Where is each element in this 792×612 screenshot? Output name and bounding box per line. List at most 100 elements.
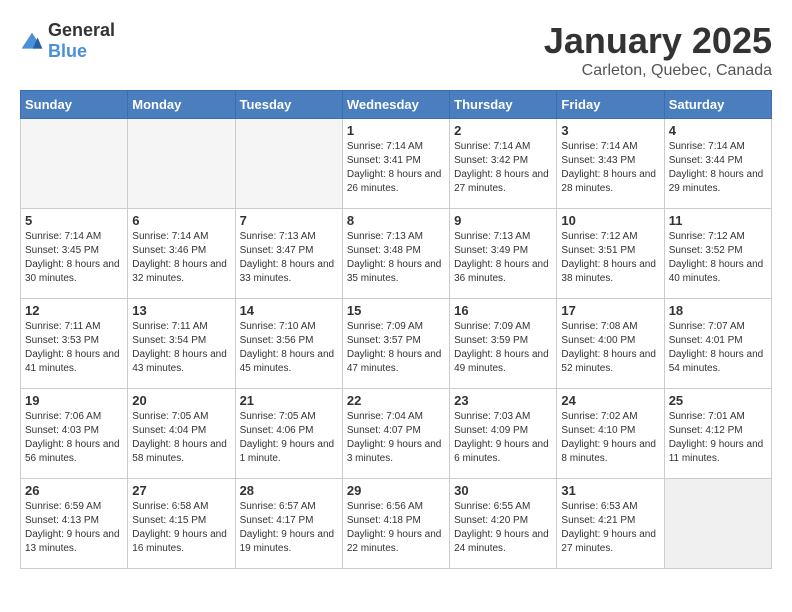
weekday-header-friday: Friday bbox=[557, 91, 664, 119]
calendar-cell: 28 Sunrise: 6:57 AM Sunset: 4:17 PM Dayli… bbox=[235, 479, 342, 569]
calendar-cell: 9Sunrise: 7:13 AM Sunset: 3:49 PM Daylig… bbox=[450, 209, 557, 299]
day-number: 20 bbox=[132, 393, 230, 408]
day-info: Sunrise: 7:09 AM Sunset: 3:59 PM Dayligh… bbox=[454, 320, 552, 376]
calendar-cell bbox=[664, 479, 771, 569]
page-header: General Blue January 2025 Carleton, Queb… bbox=[20, 20, 772, 80]
calendar-cell: 7Sunrise: 7:13 AM Sunset: 3:47 PM Daylig… bbox=[235, 209, 342, 299]
calendar-cell: 29 Sunrise: 6:56 AM Sunset: 4:18 PM Dayli… bbox=[342, 479, 449, 569]
calendar-cell: 27 Sunrise: 6:58 AM Sunset: 4:15 PM Dayli… bbox=[128, 479, 235, 569]
day-number: 2 bbox=[454, 123, 552, 138]
day-number: 18 bbox=[669, 303, 767, 318]
day-number: 22 bbox=[347, 393, 445, 408]
calendar-cell: 23 Sunrise: 7:03 AM Sunset: 4:09 PM Dayli… bbox=[450, 389, 557, 479]
calendar-cell: 5Sunrise: 7:14 AM Sunset: 3:45 PM Daylig… bbox=[21, 209, 128, 299]
calendar-table: SundayMondayTuesdayWednesdayThursdayFrid… bbox=[20, 90, 772, 569]
day-number: 26 bbox=[25, 483, 123, 498]
calendar-cell: 31 Sunrise: 6:53 AM Sunset: 4:21 PM Dayli… bbox=[557, 479, 664, 569]
day-info: Sunrise: 7:05 AM Sunset: 4:06 PM Dayligh… bbox=[240, 410, 338, 466]
weekday-header-saturday: Saturday bbox=[664, 91, 771, 119]
day-info: Sunrise: 7:03 AM Sunset: 4:09 PM Dayligh… bbox=[454, 410, 552, 466]
calendar-cell: 13 Sunrise: 7:11 AM Sunset: 3:54 PM Dayli… bbox=[128, 299, 235, 389]
logo-blue: Blue bbox=[48, 41, 87, 61]
day-info: Sunrise: 6:59 AM Sunset: 4:13 PM Dayligh… bbox=[25, 500, 123, 556]
day-number: 13 bbox=[132, 303, 230, 318]
week-row-5: 26 Sunrise: 6:59 AM Sunset: 4:13 PM Dayli… bbox=[21, 479, 772, 569]
calendar-cell bbox=[128, 119, 235, 209]
weekday-header-sunday: Sunday bbox=[21, 91, 128, 119]
calendar-cell: 22 Sunrise: 7:04 AM Sunset: 4:07 PM Dayli… bbox=[342, 389, 449, 479]
day-number: 6 bbox=[132, 213, 230, 228]
calendar-cell: 24 Sunrise: 7:02 AM Sunset: 4:10 PM Dayli… bbox=[557, 389, 664, 479]
day-info: Sunrise: 6:55 AM Sunset: 4:20 PM Dayligh… bbox=[454, 500, 552, 556]
calendar-cell: 17 Sunrise: 7:08 AM Sunset: 4:00 PM Dayli… bbox=[557, 299, 664, 389]
day-number: 19 bbox=[25, 393, 123, 408]
day-info: Sunrise: 7:10 AM Sunset: 3:56 PM Dayligh… bbox=[240, 320, 338, 376]
day-info: Sunrise: 7:02 AM Sunset: 4:10 PM Dayligh… bbox=[561, 410, 659, 466]
day-info: Sunrise: 7:08 AM Sunset: 4:00 PM Dayligh… bbox=[561, 320, 659, 376]
week-row-1: 1Sunrise: 7:14 AM Sunset: 3:41 PM Daylig… bbox=[21, 119, 772, 209]
day-number: 24 bbox=[561, 393, 659, 408]
day-info: Sunrise: 7:14 AM Sunset: 3:45 PM Dayligh… bbox=[25, 230, 123, 286]
calendar-cell: 20 Sunrise: 7:05 AM Sunset: 4:04 PM Dayli… bbox=[128, 389, 235, 479]
calendar-cell: 6 Sunrise: 7:14 AM Sunset: 3:46 PM Daylig… bbox=[128, 209, 235, 299]
calendar-cell: 26 Sunrise: 6:59 AM Sunset: 4:13 PM Dayli… bbox=[21, 479, 128, 569]
day-info: Sunrise: 7:12 AM Sunset: 3:52 PM Dayligh… bbox=[669, 230, 767, 286]
day-info: Sunrise: 7:05 AM Sunset: 4:04 PM Dayligh… bbox=[132, 410, 230, 466]
weekday-header-tuesday: Tuesday bbox=[235, 91, 342, 119]
calendar-cell: 14 Sunrise: 7:10 AM Sunset: 3:56 PM Dayli… bbox=[235, 299, 342, 389]
weekday-header-row: SundayMondayTuesdayWednesdayThursdayFrid… bbox=[21, 91, 772, 119]
day-info: Sunrise: 6:57 AM Sunset: 4:17 PM Dayligh… bbox=[240, 500, 338, 556]
day-number: 29 bbox=[347, 483, 445, 498]
day-number: 31 bbox=[561, 483, 659, 498]
calendar-cell: 4 Sunrise: 7:14 AM Sunset: 3:44 PM Daylig… bbox=[664, 119, 771, 209]
day-info: Sunrise: 7:12 AM Sunset: 3:51 PM Dayligh… bbox=[561, 230, 659, 286]
calendar-cell: 11 Sunrise: 7:12 AM Sunset: 3:52 PM Dayli… bbox=[664, 209, 771, 299]
day-number: 7 bbox=[240, 213, 338, 228]
day-info: Sunrise: 7:14 AM Sunset: 3:42 PM Dayligh… bbox=[454, 140, 552, 196]
day-info: Sunrise: 7:04 AM Sunset: 4:07 PM Dayligh… bbox=[347, 410, 445, 466]
day-info: Sunrise: 7:14 AM Sunset: 3:44 PM Dayligh… bbox=[669, 140, 767, 196]
day-info: Sunrise: 7:11 AM Sunset: 3:54 PM Dayligh… bbox=[132, 320, 230, 376]
day-number: 9 bbox=[454, 213, 552, 228]
month-title: January 2025 bbox=[544, 20, 772, 62]
calendar-cell: 21Sunrise: 7:05 AM Sunset: 4:06 PM Dayli… bbox=[235, 389, 342, 479]
week-row-4: 19Sunrise: 7:06 AM Sunset: 4:03 PM Dayli… bbox=[21, 389, 772, 479]
calendar-cell: 8Sunrise: 7:13 AM Sunset: 3:48 PM Daylig… bbox=[342, 209, 449, 299]
day-number: 10 bbox=[561, 213, 659, 228]
week-row-2: 5Sunrise: 7:14 AM Sunset: 3:45 PM Daylig… bbox=[21, 209, 772, 299]
calendar-cell: 12Sunrise: 7:11 AM Sunset: 3:53 PM Dayli… bbox=[21, 299, 128, 389]
week-row-3: 12Sunrise: 7:11 AM Sunset: 3:53 PM Dayli… bbox=[21, 299, 772, 389]
day-info: Sunrise: 7:14 AM Sunset: 3:46 PM Dayligh… bbox=[132, 230, 230, 286]
day-number: 1 bbox=[347, 123, 445, 138]
day-info: Sunrise: 6:56 AM Sunset: 4:18 PM Dayligh… bbox=[347, 500, 445, 556]
day-number: 14 bbox=[240, 303, 338, 318]
title-area: January 2025 Carleton, Quebec, Canada bbox=[544, 20, 772, 80]
day-number: 3 bbox=[561, 123, 659, 138]
calendar-cell: 25Sunrise: 7:01 AM Sunset: 4:12 PM Dayli… bbox=[664, 389, 771, 479]
logo-icon bbox=[20, 31, 44, 51]
day-number: 23 bbox=[454, 393, 552, 408]
day-info: Sunrise: 7:13 AM Sunset: 3:48 PM Dayligh… bbox=[347, 230, 445, 286]
logo: General Blue bbox=[20, 20, 115, 62]
day-info: Sunrise: 6:53 AM Sunset: 4:21 PM Dayligh… bbox=[561, 500, 659, 556]
calendar-cell: 10 Sunrise: 7:12 AM Sunset: 3:51 PM Dayli… bbox=[557, 209, 664, 299]
day-number: 17 bbox=[561, 303, 659, 318]
day-number: 15 bbox=[347, 303, 445, 318]
day-number: 25 bbox=[669, 393, 767, 408]
day-number: 28 bbox=[240, 483, 338, 498]
day-number: 27 bbox=[132, 483, 230, 498]
day-info: Sunrise: 6:58 AM Sunset: 4:15 PM Dayligh… bbox=[132, 500, 230, 556]
day-info: Sunrise: 7:09 AM Sunset: 3:57 PM Dayligh… bbox=[347, 320, 445, 376]
day-info: Sunrise: 7:14 AM Sunset: 3:43 PM Dayligh… bbox=[561, 140, 659, 196]
calendar-cell: 15 Sunrise: 7:09 AM Sunset: 3:57 PM Dayli… bbox=[342, 299, 449, 389]
weekday-header-monday: Monday bbox=[128, 91, 235, 119]
day-number: 11 bbox=[669, 213, 767, 228]
calendar-cell: 2 Sunrise: 7:14 AM Sunset: 3:42 PM Daylig… bbox=[450, 119, 557, 209]
day-number: 4 bbox=[669, 123, 767, 138]
location-title: Carleton, Quebec, Canada bbox=[544, 62, 772, 80]
calendar-cell bbox=[235, 119, 342, 209]
logo-general: General bbox=[48, 20, 115, 40]
day-info: Sunrise: 7:11 AM Sunset: 3:53 PM Dayligh… bbox=[25, 320, 123, 376]
calendar-cell: 1Sunrise: 7:14 AM Sunset: 3:41 PM Daylig… bbox=[342, 119, 449, 209]
day-number: 16 bbox=[454, 303, 552, 318]
